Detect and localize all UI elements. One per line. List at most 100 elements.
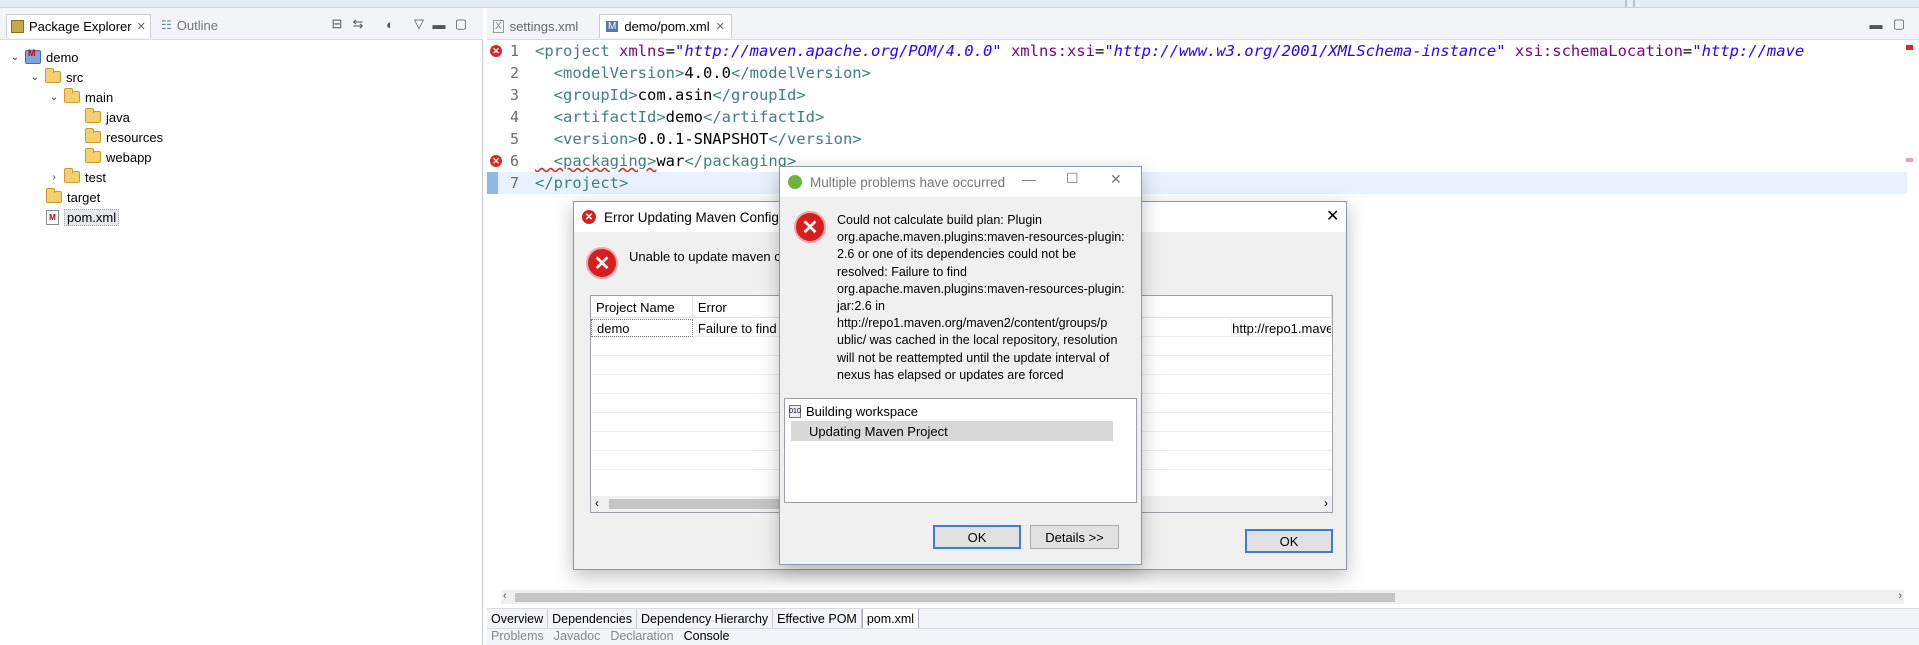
list-item-updating-maven-project[interactable]: Updating Maven Project [791, 421, 1113, 441]
close-icon[interactable]: ✕ [137, 20, 146, 33]
chevron-down-icon[interactable]: ⌄ [30, 72, 40, 83]
code-token: xmlns:xsi [1001, 42, 1095, 60]
code-line[interactable]: 5 <version>0.0.1-SNAPSHOT</version> [487, 128, 1907, 150]
tree-node-resources[interactable]: resources [85, 128, 163, 146]
tab-declaration[interactable]: Declaration [610, 629, 673, 645]
code-token: com.asin [637, 86, 713, 104]
tab-effective-pom[interactable]: Effective POM [773, 609, 862, 629]
window-top-strip [0, 0, 1919, 8]
tree-label: demo [46, 49, 79, 65]
code-token: xsi:schemaLocation [1505, 42, 1683, 60]
horizontal-scrollbar[interactable]: ‹ › [501, 590, 1904, 604]
tab-console[interactable]: Console [684, 629, 730, 645]
minimize-icon[interactable]: ▬ [431, 16, 447, 32]
collapse-all-icon[interactable]: ⊟ [329, 16, 345, 32]
tree-node-webapp[interactable]: webapp [85, 148, 152, 166]
scrollbar-thumb[interactable] [609, 499, 779, 509]
chevron-down-icon[interactable]: ⌄ [49, 92, 59, 103]
tree-node-java[interactable]: java [85, 108, 130, 126]
maximize-icon[interactable]: ☐ [1066, 170, 1079, 187]
minimize-icon[interactable]: — [1022, 171, 1036, 187]
code-token: 0.0.1-SNAPSHOT [637, 130, 769, 148]
maximize-icon[interactable]: ▢ [1891, 16, 1907, 32]
code-text: <modelVersion>4.0.0</modelVersion> [523, 64, 871, 82]
xml-file-icon: M [46, 209, 59, 225]
problems-list[interactable]: 010 Building workspace Updating Maven Pr… [784, 398, 1137, 503]
tab-dependencies[interactable]: Dependencies [548, 609, 638, 629]
tab-dependency-hierarchy[interactable]: Dependency Hierarchy [637, 609, 774, 629]
tab-demo-pom-xml[interactable]: M demo/pom.xml ✕ [599, 14, 732, 38]
ok-button[interactable]: OK [933, 525, 1021, 549]
tab-settings-xml[interactable]: X settings.xml [487, 14, 584, 38]
tree-node-pom-xml[interactable]: M pom.xml [46, 208, 120, 226]
message-line: ublic/ was cached in the local repositor… [837, 333, 1118, 348]
minimize-icon[interactable]: ▬ [1868, 16, 1884, 32]
code-token: demo [665, 108, 703, 126]
error-marker-icon[interactable]: ✕ [490, 155, 502, 167]
code-token: </project> [535, 174, 629, 192]
maximize-icon[interactable]: ▢ [453, 16, 469, 32]
scroll-right-icon[interactable]: › [1898, 590, 1902, 602]
tree-node-test[interactable]: › test [49, 168, 106, 186]
chevron-down-icon[interactable]: ⌄ [10, 52, 20, 63]
code-line[interactable]: 4 <artifactId>demo</artifactId> [487, 106, 1907, 128]
tree-node-main[interactable]: ⌄ main [49, 88, 113, 106]
message-line: Could not calculate build plan: Plugin [837, 213, 1042, 227]
scroll-left-icon[interactable]: ‹ [595, 496, 599, 510]
link-with-editor-icon[interactable]: ⇆ [350, 16, 366, 32]
list-item-label: Updating Maven Project [809, 423, 948, 439]
tree-node-src[interactable]: ⌄ src [30, 68, 83, 86]
tree-node-target[interactable]: target [46, 188, 100, 206]
error-marker-icon[interactable]: ✕ [490, 45, 502, 57]
dialog-title: Multiple problems have occurred [810, 174, 1006, 190]
overview-ruler-error-marker[interactable] [1906, 45, 1913, 50]
tab-label: Dependency Hierarchy [641, 612, 769, 626]
tab-label: Dependencies [552, 612, 633, 626]
overview-ruler-warning-marker[interactable] [1906, 158, 1913, 162]
code-line[interactable]: 1 <project xmlns="http://maven.apache.org… [487, 40, 1907, 62]
code-token: </artifactId> [702, 108, 825, 126]
code-token: 4.0.0 [684, 64, 731, 82]
scrollbar-thumb[interactable] [515, 593, 1395, 602]
list-item-label: Building workspace [806, 403, 919, 419]
code-token: = [665, 42, 676, 60]
tab-pom-xml[interactable]: pom.xml [861, 609, 920, 629]
scroll-right-icon[interactable]: › [1324, 496, 1328, 510]
message-line: http://repo1.maven.org/maven2/content/gr… [837, 316, 1108, 331]
code-line[interactable]: 2 <modelVersion>4.0.0</modelVersion> [487, 62, 1907, 84]
ok-button[interactable]: OK [1245, 529, 1333, 553]
tab-problems[interactable]: Problems [491, 629, 544, 645]
code-token: <groupId> [535, 86, 638, 104]
code-text: </project> [523, 174, 628, 192]
list-item-building-workspace[interactable]: 010 Building workspace [789, 401, 918, 421]
code-line[interactable]: 3 <groupId>com.asin</groupId> [487, 84, 1907, 106]
code-text: <project xmlns="http://maven.apache.org/… [523, 42, 1804, 60]
console-view-tabbar: Problems Javadoc Declaration Console [487, 628, 1919, 645]
focus-icon[interactable]: ◐ [382, 16, 398, 32]
folder-icon [85, 148, 101, 163]
code-token: war [656, 152, 685, 170]
close-icon[interactable]: ✕ [1326, 206, 1339, 226]
tree-node-demo[interactable]: ⌄ demo [10, 48, 79, 66]
view-menu-icon[interactable]: ▽ [411, 16, 427, 32]
tab-label: Effective POM [777, 612, 857, 626]
tree-label: test [85, 169, 106, 185]
scroll-left-icon[interactable]: ‹ [503, 590, 507, 602]
code-line[interactable]: 7 </project> [487, 172, 1907, 194]
code-line[interactable]: 6 <packaging>war</packaging> ✕ [487, 150, 1907, 172]
code-token: xmlns [609, 42, 666, 60]
tab-outline[interactable]: ☷ Outline [157, 14, 222, 36]
tab-package-explorer[interactable]: Package Explorer ✕ [6, 14, 151, 38]
tab-javadoc[interactable]: Javadoc [554, 629, 601, 645]
message-line: resolved: Failure to find [837, 264, 967, 279]
chevron-right-icon[interactable]: › [49, 172, 59, 183]
folder-icon [85, 128, 101, 143]
message-line: nexus has elapsed or updates are forced [837, 367, 1064, 382]
tab-overview[interactable]: Overview [487, 609, 549, 629]
details-button[interactable]: Details >> [1030, 525, 1119, 549]
close-icon[interactable]: ✕ [716, 20, 725, 33]
current-line-marker [487, 172, 498, 194]
line-number: 4 [509, 108, 519, 126]
close-icon[interactable]: ✕ [1110, 171, 1122, 188]
column-project-name[interactable]: Project Name [591, 296, 693, 318]
